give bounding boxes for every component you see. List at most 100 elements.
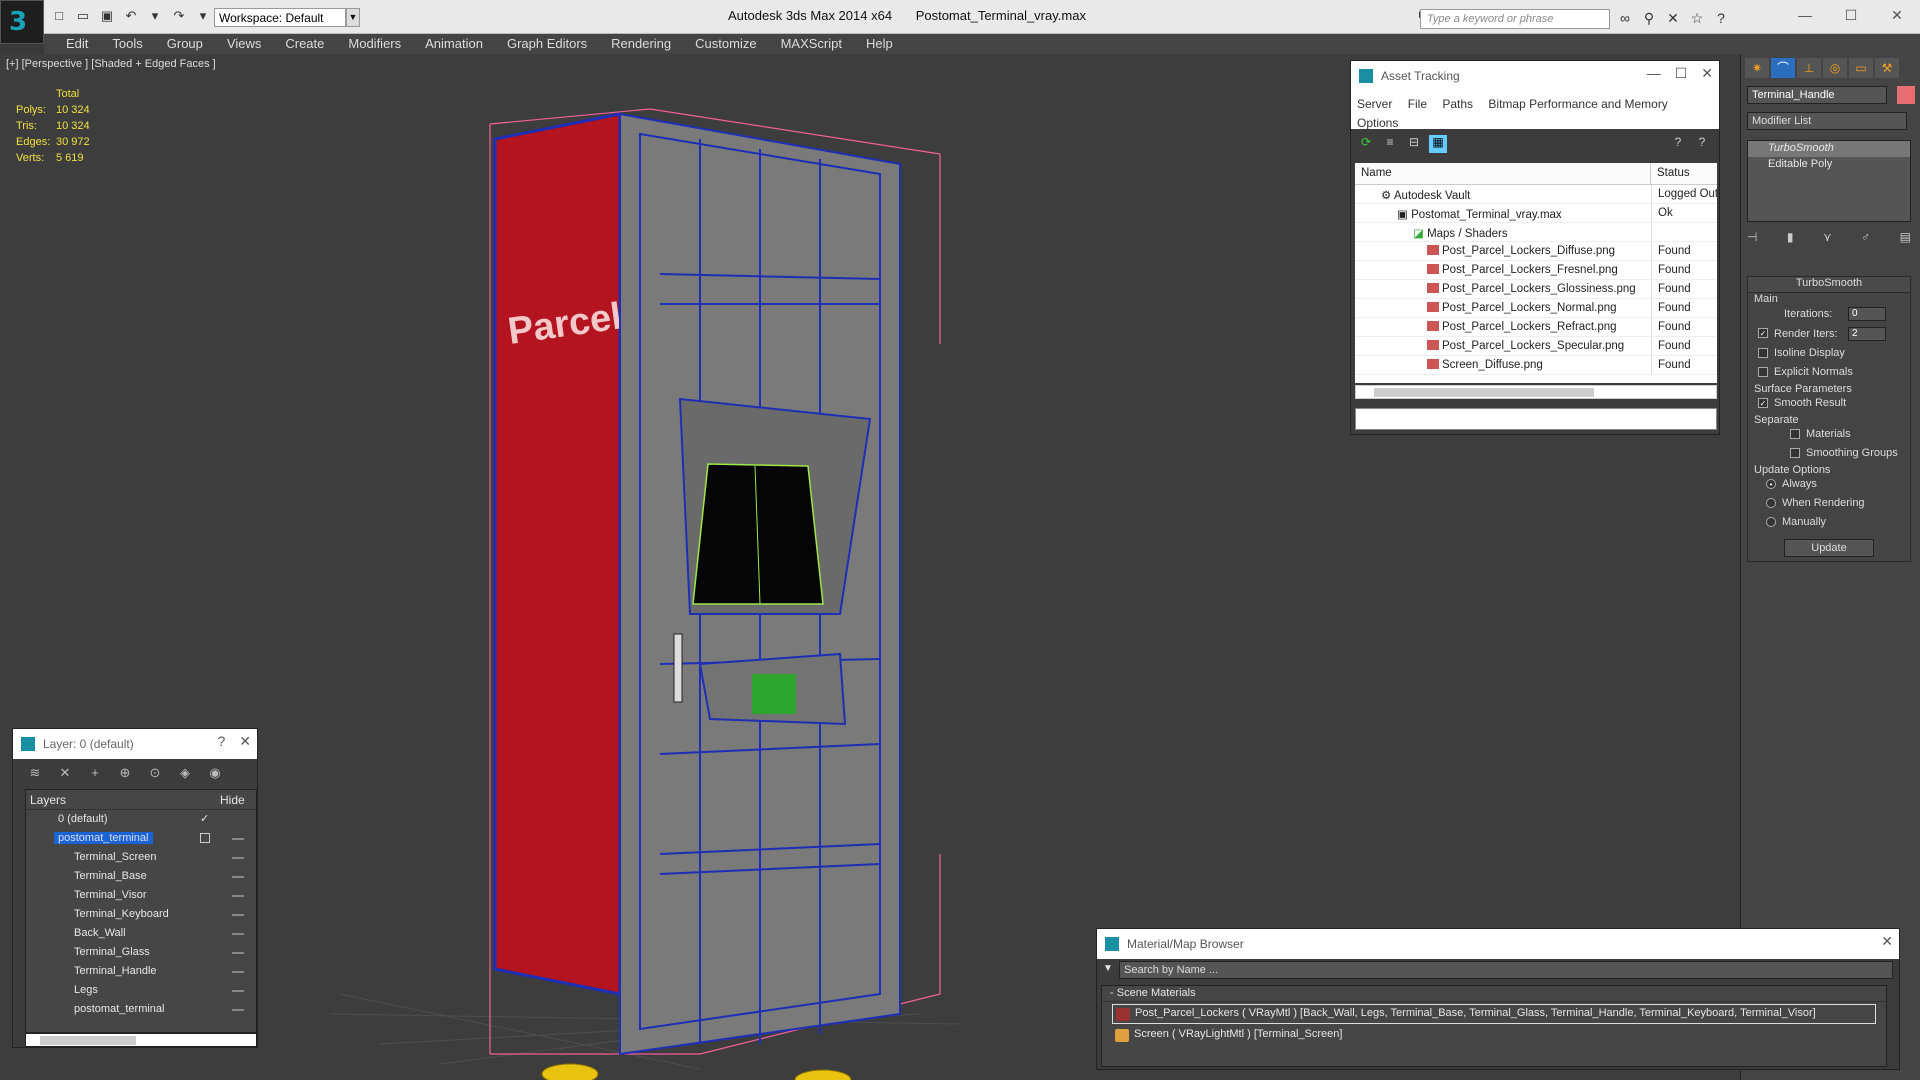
- menu-bitmap-performance[interactable]: Bitmap Performance and Memory: [1488, 97, 1667, 111]
- modify-tab-icon[interactable]: ⌒: [1771, 58, 1795, 78]
- favorites-star-icon[interactable]: ☆: [1688, 9, 1706, 27]
- new-file-icon[interactable]: □: [50, 8, 68, 24]
- explicit-normals-checkbox[interactable]: [1758, 367, 1768, 377]
- redo-dropdown-icon[interactable]: ▾: [194, 8, 212, 24]
- close-icon[interactable]: ✕: [1881, 933, 1893, 950]
- table-row[interactable]: Post_Parcel_Lockers_Glossiness.png Found: [1355, 280, 1717, 299]
- table-row[interactable]: Post_Parcel_Lockers_Diffuse.png Found: [1355, 242, 1717, 261]
- menu-animation[interactable]: Animation: [413, 34, 495, 54]
- horizontal-scrollbar[interactable]: [25, 1033, 257, 1047]
- refresh-icon[interactable]: ⟳: [1357, 135, 1375, 153]
- menu-customize[interactable]: Customize: [683, 34, 768, 54]
- table-row[interactable]: Post_Parcel_Lockers_Normal.png Found: [1355, 299, 1717, 318]
- highlight-layer-icon[interactable]: ◈: [175, 765, 195, 783]
- table-row[interactable]: ▣ Postomat_Terminal_vray.max Ok: [1355, 204, 1717, 223]
- material-item[interactable]: Screen ( VRayLightMtl ) [Terminal_Screen…: [1112, 1026, 1876, 1046]
- select-objects-icon[interactable]: ⊙: [145, 765, 165, 783]
- table-row[interactable]: ◪ Maps / Shaders: [1355, 223, 1717, 242]
- layer-row-default[interactable]: 0 (default) ✓: [26, 810, 256, 829]
- make-unique-icon[interactable]: ⋎: [1823, 230, 1832, 250]
- tree-view-icon[interactable]: ⊟: [1405, 135, 1423, 153]
- hide-toggle[interactable]: [232, 914, 244, 916]
- menu-modifiers[interactable]: Modifiers: [336, 34, 413, 54]
- column-header-status[interactable]: Status: [1651, 163, 1717, 184]
- undo-icon[interactable]: ↶: [122, 8, 140, 24]
- minimize-icon[interactable]: —: [1782, 0, 1828, 30]
- smoothing-groups-checkbox[interactable]: [1790, 448, 1800, 458]
- hide-all-icon[interactable]: ◉: [205, 765, 225, 783]
- open-file-icon[interactable]: ▭: [74, 8, 92, 24]
- table-view-icon[interactable]: ▦: [1429, 135, 1447, 153]
- menu-graph-editors[interactable]: Graph Editors: [495, 34, 599, 54]
- hide-toggle[interactable]: [232, 1009, 244, 1011]
- layer-row[interactable]: Terminal_Base: [26, 867, 256, 886]
- menu-rendering[interactable]: Rendering: [599, 34, 683, 54]
- horizontal-scrollbar[interactable]: [1355, 385, 1717, 399]
- hide-toggle[interactable]: [232, 876, 244, 878]
- material-search-input[interactable]: Search by Name ...: [1119, 961, 1893, 979]
- menu-group[interactable]: Group: [155, 34, 215, 54]
- table-row[interactable]: Post_Parcel_Lockers_Fresnel.png Found: [1355, 261, 1717, 280]
- object-color-swatch[interactable]: [1897, 86, 1915, 104]
- settings-help-icon[interactable]: ?: [1693, 135, 1711, 153]
- object-name-field[interactable]: Terminal_Handle: [1747, 86, 1887, 104]
- hide-toggle[interactable]: [232, 933, 244, 935]
- layer-row-postomat[interactable]: postomat_terminal: [26, 829, 256, 848]
- menu-create[interactable]: Create: [273, 34, 336, 54]
- stack-item-turbosmooth[interactable]: TurboSmooth: [1748, 141, 1910, 157]
- material-item[interactable]: Post_Parcel_Lockers ( VRayMtl ) [Back_Wa…: [1112, 1004, 1876, 1024]
- layer-row[interactable]: Terminal_Visor: [26, 886, 256, 905]
- table-row[interactable]: ⚙ Autodesk Vault Logged Out: [1355, 185, 1717, 204]
- hide-toggle[interactable]: [232, 990, 244, 992]
- hide-toggle[interactable]: [232, 838, 244, 840]
- layers-icon[interactable]: ≋: [25, 765, 45, 783]
- help-icon[interactable]: ?: [1712, 9, 1730, 27]
- pin-stack-icon[interactable]: ⊣: [1747, 230, 1757, 250]
- when-rendering-radio[interactable]: [1766, 498, 1776, 508]
- menu-edit[interactable]: Edit: [54, 34, 100, 54]
- key-icon[interactable]: ⚲: [1640, 9, 1658, 27]
- workspace-select[interactable]: Workspace: Default: [214, 8, 346, 27]
- render-iters-checkbox[interactable]: ✓: [1758, 328, 1768, 338]
- asset-path-field[interactable]: [1355, 408, 1717, 430]
- help-icon[interactable]: ?: [217, 733, 225, 750]
- menu-server[interactable]: Server: [1357, 97, 1392, 111]
- menu-options[interactable]: Options: [1357, 116, 1398, 130]
- maximize-icon[interactable]: ☐: [1828, 0, 1874, 30]
- delete-layer-icon[interactable]: ✕: [55, 765, 75, 783]
- close-icon[interactable]: ✕: [1701, 65, 1713, 82]
- layer-row[interactable]: Back_Wall: [26, 924, 256, 943]
- binoculars-icon[interactable]: ∞: [1616, 9, 1634, 27]
- column-header-hide[interactable]: Hide: [216, 790, 249, 809]
- modifier-list-dropdown[interactable]: Modifier List: [1747, 112, 1907, 130]
- always-radio[interactable]: •: [1766, 479, 1776, 489]
- layer-row[interactable]: Legs: [26, 981, 256, 1000]
- hide-toggle[interactable]: [232, 952, 244, 954]
- add-selection-icon[interactable]: ⊕: [115, 765, 135, 783]
- layer-row[interactable]: Terminal_Glass: [26, 943, 256, 962]
- close-icon[interactable]: ✕: [239, 733, 251, 750]
- list-view-icon[interactable]: ≡: [1381, 135, 1399, 153]
- smooth-result-checkbox[interactable]: ✓: [1758, 398, 1768, 408]
- update-button[interactable]: Update: [1784, 539, 1874, 557]
- maximize-icon[interactable]: ☐: [1675, 65, 1688, 82]
- scrollbar-thumb[interactable]: [1374, 388, 1594, 397]
- menu-tools[interactable]: Tools: [100, 34, 154, 54]
- menu-maxscript[interactable]: MAXScript: [769, 34, 854, 54]
- utilities-tab-icon[interactable]: ⚒: [1875, 58, 1899, 78]
- hierarchy-tab-icon[interactable]: ⊥: [1797, 58, 1821, 78]
- chevron-down-icon[interactable]: ▼: [346, 8, 360, 27]
- layer-row[interactable]: Terminal_Handle: [26, 962, 256, 981]
- add-layer-icon[interactable]: +: [85, 765, 105, 783]
- materials-checkbox[interactable]: [1790, 429, 1800, 439]
- communication-icon[interactable]: ✕: [1664, 9, 1682, 27]
- show-end-result-icon[interactable]: ▮: [1787, 230, 1794, 250]
- remove-modifier-icon[interactable]: ♂: [1861, 230, 1870, 250]
- material-browser-titlebar[interactable]: Material/Map Browser ✕: [1097, 929, 1899, 959]
- save-file-icon[interactable]: ▣: [98, 8, 116, 24]
- menu-help[interactable]: Help: [854, 34, 905, 54]
- asset-tracking-titlebar[interactable]: Asset Tracking — ☐ ✕: [1351, 61, 1719, 91]
- stack-item-editable-poly[interactable]: Editable Poly: [1748, 157, 1910, 173]
- hide-toggle[interactable]: [232, 971, 244, 973]
- hide-toggle[interactable]: [232, 857, 244, 859]
